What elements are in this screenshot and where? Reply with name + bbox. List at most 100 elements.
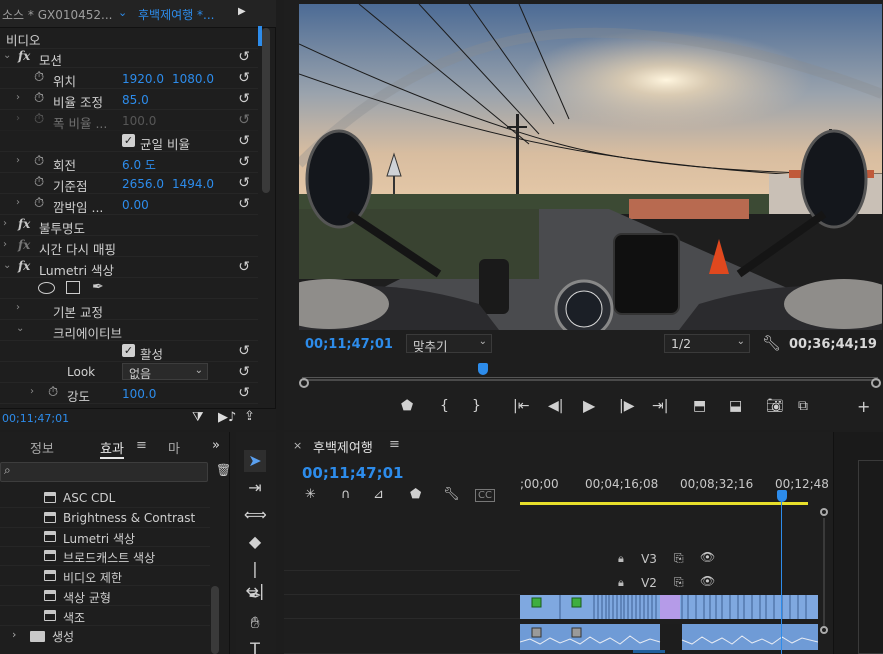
effect-item[interactable]: Lumetri 색상 (0, 527, 210, 547)
wrench-settings-icon[interactable]: 🔧︎ (762, 334, 781, 352)
ripple-edit-tool-icon[interactable]: ⟺ (244, 504, 267, 526)
reset-icon[interactable]: ↺ (238, 175, 250, 191)
effect-item[interactable]: 비디오 제한 (0, 566, 210, 586)
reset-icon[interactable]: ↺ (238, 70, 250, 86)
stopwatch-icon[interactable]: ⏱ (34, 70, 44, 85)
timeline-timecode[interactable]: 00;11;47;01 (302, 464, 404, 482)
timeline-scroll-top-handle[interactable] (820, 508, 828, 516)
expand-chevron-icon[interactable]: › (12, 628, 16, 641)
position-x-value[interactable]: 1920.0 (122, 72, 164, 86)
effect-controls-timecode[interactable]: 00;11;47;01 (2, 412, 69, 425)
a1-audio-clips[interactable] (519, 624, 819, 650)
effect-item[interactable]: 색조 (0, 606, 210, 626)
stopwatch-icon[interactable]: ⏱ (34, 175, 44, 190)
go-to-out-icon[interactable]: ⇥| (652, 398, 668, 414)
program-playhead[interactable] (478, 363, 488, 375)
selection-tool-icon[interactable]: ➤ (244, 450, 266, 472)
stopwatch-icon[interactable]: ⏱ (34, 196, 44, 211)
hamburger-menu-icon[interactable]: ≡ (136, 438, 147, 453)
timeline-scroll-bottom-handle[interactable] (820, 626, 828, 634)
expand-chevron-icon[interactable]: › (3, 239, 7, 250)
effect-row-time-remap[interactable]: › fx 시간 다시 매핑 (0, 236, 258, 257)
lock-icon[interactable]: 🔒︎ (618, 552, 624, 566)
add-button-icon[interactable]: + (857, 397, 870, 416)
add-marker-icon[interactable]: ⬟ (410, 487, 421, 502)
program-zoom-scrollbar[interactable] (303, 379, 878, 389)
reset-icon[interactable]: ↺ (238, 259, 250, 275)
reset-icon[interactable]: ↺ (238, 49, 250, 65)
play-triangle-icon[interactable]: ▶ (238, 6, 246, 17)
scale-value[interactable]: 85.0 (122, 93, 149, 107)
type-tool-icon[interactable]: T (244, 638, 266, 654)
track-select-tool-icon[interactable]: ⇥ (244, 477, 266, 499)
fx-badge-icon[interactable]: fx (18, 217, 30, 231)
flicker-value[interactable]: 0.00 (122, 198, 149, 212)
sync-lock-icon[interactable]: ⎘ (674, 575, 684, 590)
expand-chevron-icon[interactable]: › (16, 302, 20, 313)
stopwatch-icon[interactable]: ⏱ (48, 385, 58, 400)
close-icon[interactable]: × (293, 439, 302, 452)
more-tabs-icon[interactable]: » (212, 438, 220, 453)
work-area-bar[interactable] (520, 502, 808, 505)
play-icon[interactable]: ▶ (583, 396, 595, 415)
add-marker-icon[interactable]: ⬟ (401, 398, 413, 414)
track-name[interactable]: V3 (633, 548, 665, 570)
expand-chevron-icon[interactable]: › (16, 155, 20, 166)
playback-resolution-select[interactable]: 1/2 ⌄ (664, 334, 750, 353)
enable-checkbox[interactable]: ✓ (122, 344, 135, 357)
captions-icon[interactable]: CC (475, 489, 495, 502)
audio-play-icon[interactable]: ▶♪ (218, 410, 236, 425)
intensity-value[interactable]: 100.0 (122, 387, 156, 401)
eye-icon[interactable]: 👁︎ (700, 550, 715, 564)
tab-info[interactable]: 정보 (30, 438, 54, 457)
sequence-tab[interactable]: 후백제여행 (313, 437, 373, 456)
lift-icon[interactable]: ⬒ (693, 398, 706, 414)
effect-item[interactable]: ASC CDL (0, 488, 210, 508)
reset-icon[interactable]: ↺ (238, 364, 250, 380)
export-icon[interactable]: ⇪ (244, 409, 255, 424)
effect-row-opacity[interactable]: › fx 불투명도 (0, 215, 258, 236)
step-forward-icon[interactable]: |▶ (619, 398, 634, 414)
timeline-playhead[interactable] (777, 490, 787, 502)
reset-icon[interactable]: ↺ (238, 385, 250, 401)
track-name[interactable]: V2 (633, 572, 665, 594)
effect-item[interactable]: 브로드캐스트 색상 (0, 546, 210, 566)
snap-magnet-icon[interactable]: ∩ (341, 487, 351, 502)
trash-icon[interactable]: 🗑︎ (216, 463, 231, 477)
effect-item[interactable]: Brightness & Contrast (0, 508, 210, 528)
program-current-timecode[interactable]: 00;11;47;01 (305, 337, 393, 352)
stopwatch-icon[interactable]: ⏱ (34, 154, 44, 169)
reset-icon[interactable]: ↺ (238, 133, 250, 149)
reset-icon[interactable]: ↺ (238, 154, 250, 170)
slip-tool-icon[interactable]: |↔| (244, 558, 266, 600)
look-select[interactable]: 없음 ⌄ (122, 363, 208, 381)
effects-scrollbar[interactable] (211, 586, 219, 654)
effects-search-input[interactable] (0, 462, 208, 482)
reset-icon[interactable]: ↺ (238, 91, 250, 107)
v1-video-clips[interactable] (520, 595, 818, 619)
collapse-chevron-icon[interactable]: ⌄ (16, 323, 24, 334)
fx-badge-icon[interactable]: fx (18, 259, 30, 273)
effect-row-motion[interactable]: ⌄ fx 모션 ↺ (0, 47, 258, 68)
zoom-level-select[interactable]: 맞추기 ⌄ (406, 334, 492, 354)
program-monitor-video-frame[interactable] (299, 4, 882, 330)
step-back-icon[interactable]: ◀| (548, 398, 563, 414)
effect-item[interactable]: 색상 균형 (0, 586, 210, 606)
ellipse-mask-icon[interactable] (38, 282, 55, 294)
sync-lock-icon[interactable]: ⎘ (674, 551, 684, 566)
tab-effects[interactable]: 효과 (100, 438, 124, 459)
extract-icon[interactable]: ⬓ (729, 398, 742, 414)
reset-icon[interactable]: ↺ (238, 343, 250, 359)
wrench-settings-icon[interactable]: 🔧︎ (443, 487, 460, 502)
comparison-view-icon[interactable]: ⧉ (798, 398, 808, 414)
effect-controls-scrollbar[interactable] (262, 28, 270, 193)
rotation-value[interactable]: 6.0 도 (122, 156, 156, 173)
linked-selection-icon[interactable]: ⊿ (373, 487, 384, 502)
expand-chevron-icon[interactable]: › (30, 386, 34, 397)
effect-row-lumetri[interactable]: ⌄ fx Lumetri 색상 ↺ (0, 257, 258, 278)
mark-out-icon[interactable]: } (472, 398, 481, 414)
section-basic-correction[interactable]: › 기본 교정 (0, 299, 258, 320)
program-time-ruler[interactable] (302, 364, 878, 378)
nest-toggle-icon[interactable]: ✳ (305, 487, 316, 502)
effects-folder-generate[interactable]: › 생성 (0, 626, 210, 646)
